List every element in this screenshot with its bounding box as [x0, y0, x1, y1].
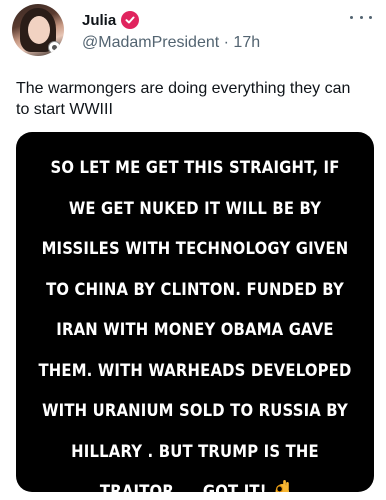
- more-horizontal-icon[interactable]: [350, 12, 372, 22]
- author-display-name[interactable]: Julia: [82, 12, 116, 29]
- meme-line: SO LET ME GET THIS STRAIGHT, IF: [50, 158, 340, 177]
- tweet-timestamp[interactable]: 17h: [233, 34, 260, 51]
- meme-line: WE GET NUKED IT WILL BE BY: [68, 198, 322, 218]
- tweet-media-image[interactable]: SO LET ME GET THIS STRAIGHT, IF WE GET N…: [16, 132, 374, 492]
- more-dot: [369, 15, 372, 19]
- meme-line-text: TRAITOR.... GOT IT!: [99, 482, 267, 492]
- avatar[interactable]: [12, 4, 64, 56]
- meme-line: THEM. WITH WARHEADS DEVELOPED: [38, 360, 352, 380]
- handle-separator: ·: [223, 34, 229, 51]
- author-handle-row: @MadamPresident · 17h: [82, 34, 260, 52]
- ok-hand-emoji-icon: [275, 480, 289, 492]
- meme-line: TO CHINA BY CLINTON. FUNDED BY: [46, 279, 344, 299]
- meme-line: MISSILES WITH TECHNOLOGY GIVEN: [41, 239, 349, 258]
- meme-line: WITH URANIUM SOLD TO RUSSIA BY: [42, 401, 348, 420]
- meme-line: IRAN WITH MONEY OBAMA GAVE: [56, 320, 334, 339]
- avatar-face: [28, 16, 50, 44]
- more-dot: [350, 15, 353, 19]
- author-handle[interactable]: @MadamPresident: [82, 34, 219, 51]
- avatar-badge-icon: [48, 41, 61, 54]
- meme-line-last: TRAITOR.... GOT IT!: [34, 472, 356, 492]
- meme-text: SO LET ME GET THIS STRAIGHT, IF WE GET N…: [34, 148, 356, 492]
- tweet-text: The warmongers are doing everything they…: [16, 80, 351, 118]
- tweet: Julia @MadamPresident · 17h The warmonge…: [0, 0, 386, 500]
- verified-badge-icon: [121, 11, 140, 29]
- meme-line: HILLARY . BUT TRUMP IS THE: [71, 441, 319, 461]
- more-dot: [359, 15, 363, 19]
- author-name-row: Julia: [82, 10, 140, 30]
